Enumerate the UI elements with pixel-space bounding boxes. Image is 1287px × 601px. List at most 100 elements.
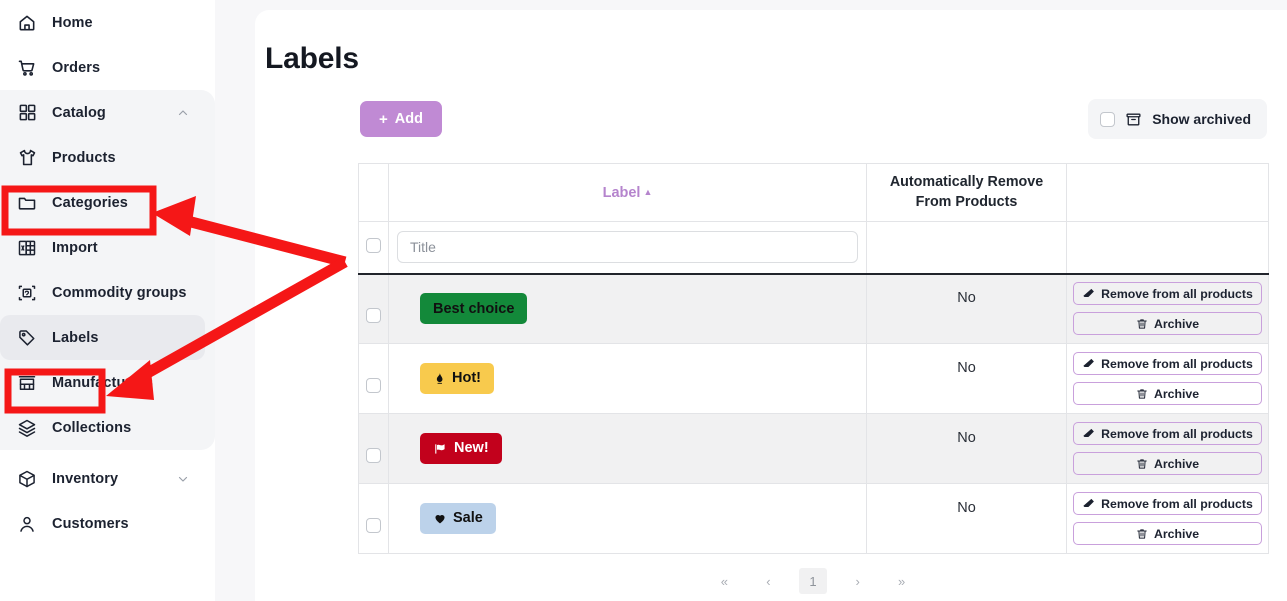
remove-from-all-products-button[interactable]: Remove from all products [1073, 352, 1262, 375]
plus-icon: + [379, 110, 388, 128]
eraser-icon [1082, 357, 1095, 370]
remove-button-label: Remove from all products [1101, 426, 1253, 441]
sidebar-item-inventory[interactable]: Inventory [0, 456, 215, 501]
select-all-checkbox[interactable] [366, 238, 381, 254]
table-header-row: Label ▲ Automatically Remove From Product… [358, 163, 1269, 222]
sidebar-group-catalog: Catalog Products Categories Import Commo… [0, 90, 215, 450]
sidebar-item-label: Manufacturers [52, 374, 154, 391]
sidebar-item-customers[interactable]: Customers [0, 501, 215, 546]
sidebar-item-labels[interactable]: Labels [0, 315, 205, 360]
pagination-next[interactable]: › [845, 568, 871, 594]
label-badge: Hot! [420, 363, 494, 394]
archive-button-label: Archive [1153, 456, 1200, 471]
archive-button-label: Archive [1153, 526, 1200, 541]
sidebar-item-label: Home [52, 14, 93, 31]
heart-icon [433, 512, 447, 525]
row-checkbox[interactable] [366, 448, 381, 463]
label-badge: Best choice [420, 293, 528, 325]
sidebar-item-manufacturers[interactable]: Manufacturers [0, 360, 215, 405]
row-auto-remove: No [866, 413, 1067, 484]
sidebar-item-import[interactable]: Import [0, 225, 215, 270]
archive-button[interactable]: Archive [1073, 382, 1262, 405]
pagination-page-1[interactable]: 1 [799, 568, 827, 594]
archive-icon [1125, 111, 1142, 128]
toolbar: + Add Show archived [255, 99, 1287, 151]
spreadsheet-icon [16, 237, 38, 259]
eraser-icon [1082, 427, 1095, 440]
archive-button-label: Archive [1153, 316, 1200, 331]
archive-button-label: Archive [1153, 386, 1200, 401]
trash-icon [1136, 458, 1148, 470]
row-checkbox[interactable] [366, 518, 381, 533]
chevron-down-icon[interactable] [177, 473, 189, 485]
row-auto-remove: No [866, 483, 1067, 554]
row-auto-remove: No [866, 272, 1067, 344]
archive-button[interactable]: Archive [1073, 522, 1262, 545]
select-all-cell [358, 221, 389, 274]
show-archived-toggle[interactable]: Show archived [1088, 99, 1267, 139]
flag-icon [433, 442, 448, 456]
app-root: Home Orders Catalog Products Categories … [0, 0, 1287, 601]
store-icon [16, 372, 38, 394]
pagination-first[interactable]: « [711, 568, 737, 594]
row-label-cell: Best choice [388, 272, 867, 344]
table-body: Best choice No Remove from all products … [358, 272, 1269, 554]
archive-button[interactable]: Archive [1073, 452, 1262, 475]
sidebar-item-catalog[interactable]: Catalog [0, 90, 215, 135]
sidebar-item-label: Customers [52, 515, 129, 532]
show-archived-label: Show archived [1152, 111, 1251, 127]
sidebar-item-label: Products [52, 149, 116, 166]
label-badge: Sale [420, 503, 496, 534]
eraser-icon [1082, 497, 1095, 510]
filter-actions-cell [1066, 221, 1269, 274]
sidebar-item-label: Orders [52, 59, 101, 76]
row-checkbox[interactable] [366, 378, 381, 393]
grid-icon [16, 102, 38, 124]
sidebar-item-collections[interactable]: Collections [0, 405, 215, 450]
sidebar-item-label: Inventory [52, 470, 119, 487]
row-actions: Remove from all products Archive [1066, 413, 1269, 484]
sidebar-item-home[interactable]: Home [0, 0, 215, 45]
row-auto-remove: No [866, 343, 1067, 414]
trash-icon [1136, 388, 1148, 400]
header-label-col[interactable]: Label ▲ [388, 163, 867, 222]
sidebar-item-label: Import [52, 239, 98, 256]
remove-from-all-products-button[interactable]: Remove from all products [1073, 492, 1262, 515]
remove-button-label: Remove from all products [1101, 496, 1253, 511]
add-button-label: Add [394, 111, 423, 127]
cart-icon [16, 57, 38, 79]
table-row: New! No Remove from all products Archive [358, 413, 1269, 484]
sidebar-item-label: Commodity groups [52, 284, 187, 301]
header-label-text: Label [602, 184, 641, 201]
sidebar-item-commodity-groups[interactable]: Commodity groups [0, 270, 215, 315]
table-filter-row [358, 221, 1269, 274]
sort-asc-icon[interactable]: ▲ [643, 187, 652, 197]
sidebar-item-products[interactable]: Products [0, 135, 215, 180]
label-badge-text: Sale [453, 510, 483, 527]
tag-icon [16, 327, 38, 349]
remove-from-all-products-button[interactable]: Remove from all products [1073, 422, 1262, 445]
remove-from-all-products-button[interactable]: Remove from all products [1073, 282, 1262, 306]
archive-button[interactable]: Archive [1073, 312, 1262, 336]
add-button[interactable]: + Add [360, 101, 442, 137]
row-label-cell: Hot! [388, 343, 867, 414]
sidebar-item-orders[interactable]: Orders [0, 45, 215, 90]
trash-icon [1136, 318, 1148, 330]
show-archived-checkbox[interactable] [1100, 111, 1116, 127]
sidebar-item-label: Collections [52, 419, 132, 436]
chevron-up-icon[interactable] [177, 107, 189, 119]
row-checkbox-cell [358, 272, 389, 344]
sidebar-item-label: Labels [52, 329, 99, 346]
box-icon [16, 468, 38, 490]
label-badge: New! [420, 433, 502, 464]
table-row: Best choice No Remove from all products … [358, 272, 1269, 344]
title-filter-input[interactable] [397, 231, 858, 264]
remove-button-label: Remove from all products [1101, 286, 1253, 301]
row-checkbox[interactable] [366, 308, 381, 324]
pagination-prev[interactable]: ‹ [755, 568, 781, 594]
sidebar-item-categories[interactable]: Categories [0, 180, 215, 225]
labels-table: Label ▲ Automatically Remove From Product… [358, 163, 1269, 554]
row-actions: Remove from all products Archive [1066, 343, 1269, 414]
pagination-last[interactable]: » [889, 568, 915, 594]
row-actions: Remove from all products Archive [1066, 483, 1269, 554]
